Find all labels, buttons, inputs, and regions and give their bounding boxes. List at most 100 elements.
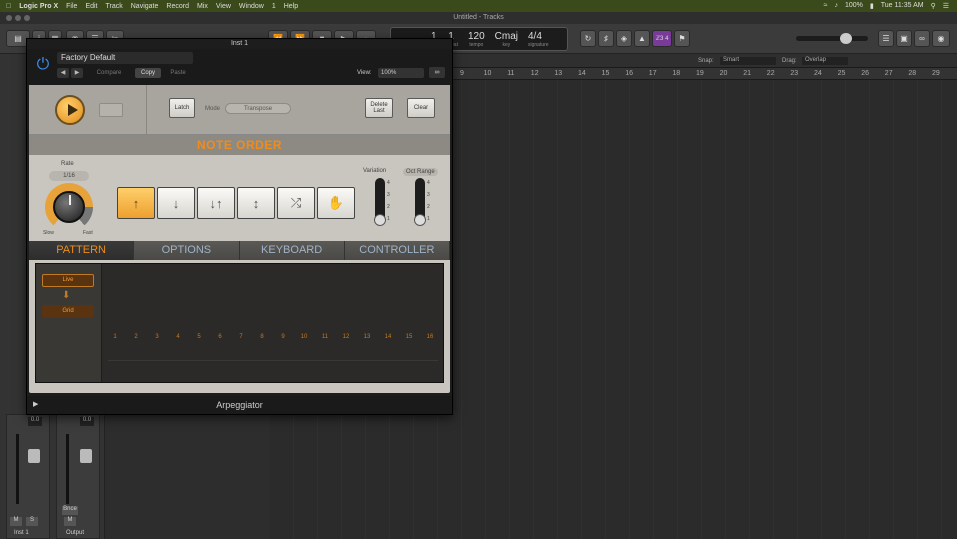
bounce-button[interactable]: Bnce [62, 506, 78, 515]
tuner-button[interactable]: ♯ [598, 30, 614, 47]
view-zoom-select[interactable]: 100% [378, 68, 424, 78]
close-window-button[interactable] [6, 15, 12, 21]
pattern-step[interactable]: 7 [234, 334, 248, 340]
compare-button[interactable]: Compare [89, 68, 129, 78]
oct-range-slider-handle[interactable] [414, 214, 426, 226]
pattern-step[interactable]: 11 [318, 334, 332, 340]
variation-slider-handle[interactable] [374, 214, 386, 226]
inst-level-readout: 0.0 [28, 417, 42, 426]
pattern-step[interactable]: 6 [213, 334, 227, 340]
solo-channel-button[interactable]: S [26, 517, 38, 526]
output-mute-button[interactable]: M [64, 517, 76, 526]
pattern-step[interactable]: 1 [108, 334, 122, 340]
window-title: Untitled - Tracks [453, 14, 504, 21]
apple-menu[interactable]:  [6, 3, 11, 10]
link-button[interactable]: ∞ [429, 67, 445, 78]
loop-browser-button[interactable]: ∞ [914, 30, 930, 47]
mute-button[interactable]: M [10, 517, 22, 526]
pattern-step[interactable]: 10 [297, 334, 311, 340]
menu-1[interactable]: 1 [272, 3, 276, 10]
mode-select[interactable]: Transpose [225, 103, 291, 114]
clear-button[interactable]: Clear [407, 98, 435, 118]
clock[interactable]: Tue 11:35 AM [881, 2, 924, 10]
pattern-step[interactable]: 4 [171, 334, 185, 340]
ruler-tick: 29 [932, 70, 940, 77]
order-up-button[interactable]: ↑ [117, 187, 155, 219]
latch-button[interactable]: Latch [169, 98, 195, 118]
grid-mode-button[interactable]: Grid [42, 305, 94, 318]
pattern-step[interactable]: 2 [129, 334, 143, 340]
wifi-icon[interactable]: ≈ [824, 2, 828, 10]
pattern-step[interactable]: 3 [150, 334, 164, 340]
master-volume-slider[interactable] [796, 36, 868, 41]
list-editors-button[interactable]: ☰ [878, 30, 894, 47]
order-outside-in-button[interactable]: ↕ [237, 187, 275, 219]
minimize-window-button[interactable] [15, 15, 21, 21]
arp-play-button[interactable] [55, 95, 85, 125]
pattern-step[interactable]: 9 [276, 334, 290, 340]
search-icon[interactable]: ⚲ [931, 2, 936, 10]
copy-button[interactable]: Copy [135, 68, 161, 78]
pattern-step[interactable]: 8 [255, 334, 269, 340]
menu-view[interactable]: View [216, 3, 231, 10]
timeline-ruler[interactable]: 9 10 11 12 13 14 15 16 17 18 19 20 21 22 23 24 25 26 27 28 2… [452, 68, 957, 80]
rate-knob-cap[interactable] [53, 191, 85, 223]
menu-track[interactable]: Track [106, 3, 123, 10]
prev-preset-button[interactable]: ◀ [57, 68, 69, 78]
arrow-up-icon: ↑ [132, 195, 140, 211]
ruler-tick: 16 [625, 70, 633, 77]
tab-controller[interactable]: CONTROLLER [344, 241, 450, 260]
notepad-button[interactable]: ▣ [896, 30, 912, 47]
snap-select[interactable]: Smart [720, 57, 776, 65]
disclosure-triangle-icon[interactable]: ▶ [33, 396, 38, 414]
volume-icon[interactable]: ♪ [835, 2, 839, 10]
menu-navigate[interactable]: Navigate [131, 3, 159, 10]
tab-keyboard[interactable]: KEYBOARD [239, 241, 345, 260]
master-volume-knob[interactable] [840, 33, 852, 44]
battery-label[interactable]: 100% [845, 2, 863, 10]
menu-file[interactable]: File [66, 3, 77, 10]
menu-mix[interactable]: Mix [197, 3, 208, 10]
inst-fader-handle[interactable] [28, 449, 40, 463]
hand-icon: ✋ [327, 195, 345, 210]
menu-logic-pro[interactable]: Logic Pro X [19, 3, 58, 10]
zoom-window-button[interactable] [24, 15, 30, 21]
menu-help[interactable]: Help [284, 3, 298, 10]
pattern-step[interactable]: 12 [339, 334, 353, 340]
next-preset-button[interactable]: ▶ [71, 68, 83, 78]
tab-pattern[interactable]: PATTERN [29, 241, 135, 260]
pattern-step[interactable]: 16 [423, 334, 437, 340]
capture-button[interactable] [99, 103, 123, 117]
pattern-step[interactable]: 14 [381, 334, 395, 340]
metronome-button[interactable]: ▲ [634, 30, 650, 47]
browsers-button[interactable]: ◉ [932, 30, 950, 47]
drag-select[interactable]: Overlap [802, 57, 848, 65]
link-icon: ∞ [434, 69, 440, 76]
order-as-played-button[interactable]: ✋ [317, 187, 355, 219]
order-random-button[interactable]: ⤮ [277, 187, 315, 219]
pattern-step[interactable]: 5 [192, 334, 206, 340]
menu-window[interactable]: Window [239, 3, 264, 10]
cycle-button[interactable]: ↻ [580, 30, 596, 47]
delete-last-button[interactable]: Delete Last [365, 98, 393, 118]
solo-button[interactable]: ◈ [616, 30, 632, 47]
alert-button[interactable]: ⚑ [674, 30, 690, 47]
menu-record[interactable]: Record [166, 3, 189, 10]
tab-options[interactable]: OPTIONS [134, 241, 240, 260]
order-up-down-button[interactable]: ↓↑ [197, 187, 235, 219]
ruler-tick: 10 [483, 70, 492, 77]
menu-edit[interactable]: Edit [85, 3, 97, 10]
list-icon[interactable]: ☰ [943, 2, 949, 10]
power-icon[interactable]: ⏻ [33, 55, 53, 75]
count-in-button[interactable]: ℤ3 4 [652, 30, 672, 47]
live-mode-button[interactable]: Live [42, 274, 94, 287]
pattern-step[interactable]: 13 [360, 334, 374, 340]
paste-button[interactable]: Paste [165, 68, 191, 78]
output-fader-handle[interactable] [80, 449, 92, 463]
preset-menu[interactable]: Factory Default [57, 52, 193, 64]
view-label: View: [357, 70, 372, 76]
rate-value[interactable]: 1/16 [49, 171, 89, 181]
pattern-step[interactable]: 15 [402, 334, 416, 340]
shield-icon: ◈ [620, 34, 628, 43]
order-down-button[interactable]: ↓ [157, 187, 195, 219]
